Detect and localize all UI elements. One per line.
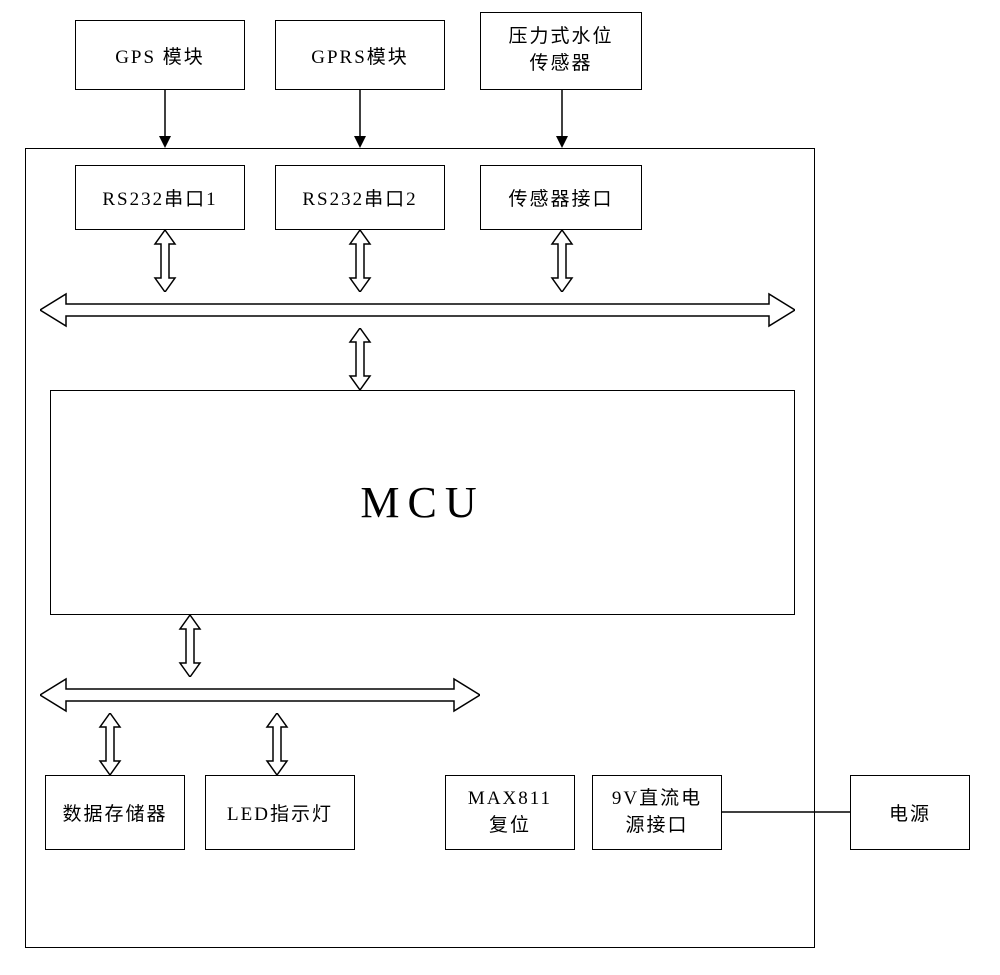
arrow-rs232-2-bus (346, 230, 374, 292)
arrow-mcu-lower-bus (176, 615, 204, 677)
gprs-module-block: GPRS模块 (275, 20, 445, 90)
led-indicator-label: LED指示灯 (227, 799, 333, 826)
data-storage-block: 数据存储器 (45, 775, 185, 850)
arrow-gps-down (155, 90, 175, 148)
arrow-bus-led (263, 713, 291, 775)
upper-bus-arrow (40, 292, 795, 328)
mcu-block: MCU (50, 390, 795, 615)
rs232-2-block: RS232串口2 (275, 165, 445, 230)
arrow-sensor-down (552, 90, 572, 148)
dc-power-label-1: 9V直流电 (612, 786, 702, 813)
arrow-rs232-1-bus (151, 230, 179, 292)
lower-bus-arrow (40, 677, 480, 713)
arrow-bus-mcu (346, 328, 374, 390)
power-label: 电源 (889, 799, 931, 826)
pressure-sensor-label-1: 压力式水位 (508, 24, 613, 51)
dc-power-interface-block: 9V直流电 源接口 (592, 775, 722, 850)
sensor-interface-label: 传感器接口 (508, 184, 613, 211)
max811-reset-block: MAX811 复位 (445, 775, 575, 850)
arrow-sensor-if-bus (548, 230, 576, 292)
mcu-label: MCU (360, 477, 484, 528)
line-power-if-to-power (722, 810, 850, 814)
arrow-gprs-down (350, 90, 370, 148)
pressure-sensor-block: 压力式水位 传感器 (480, 12, 642, 90)
data-storage-label: 数据存储器 (62, 799, 167, 826)
power-block: 电源 (850, 775, 970, 850)
led-indicator-block: LED指示灯 (205, 775, 355, 850)
rs232-1-label: RS232串口1 (102, 184, 217, 211)
gps-module-block: GPS 模块 (75, 20, 245, 90)
gps-module-label: GPS 模块 (115, 42, 205, 69)
arrow-bus-storage (96, 713, 124, 775)
sensor-interface-block: 传感器接口 (480, 165, 642, 230)
max811-label-2: 复位 (489, 813, 531, 840)
dc-power-label-2: 源接口 (625, 813, 688, 840)
rs232-1-block: RS232串口1 (75, 165, 245, 230)
gprs-module-label: GPRS模块 (311, 42, 409, 69)
max811-label-1: MAX811 (468, 786, 552, 813)
pressure-sensor-label-2: 传感器 (529, 51, 592, 78)
rs232-2-label: RS232串口2 (302, 184, 417, 211)
